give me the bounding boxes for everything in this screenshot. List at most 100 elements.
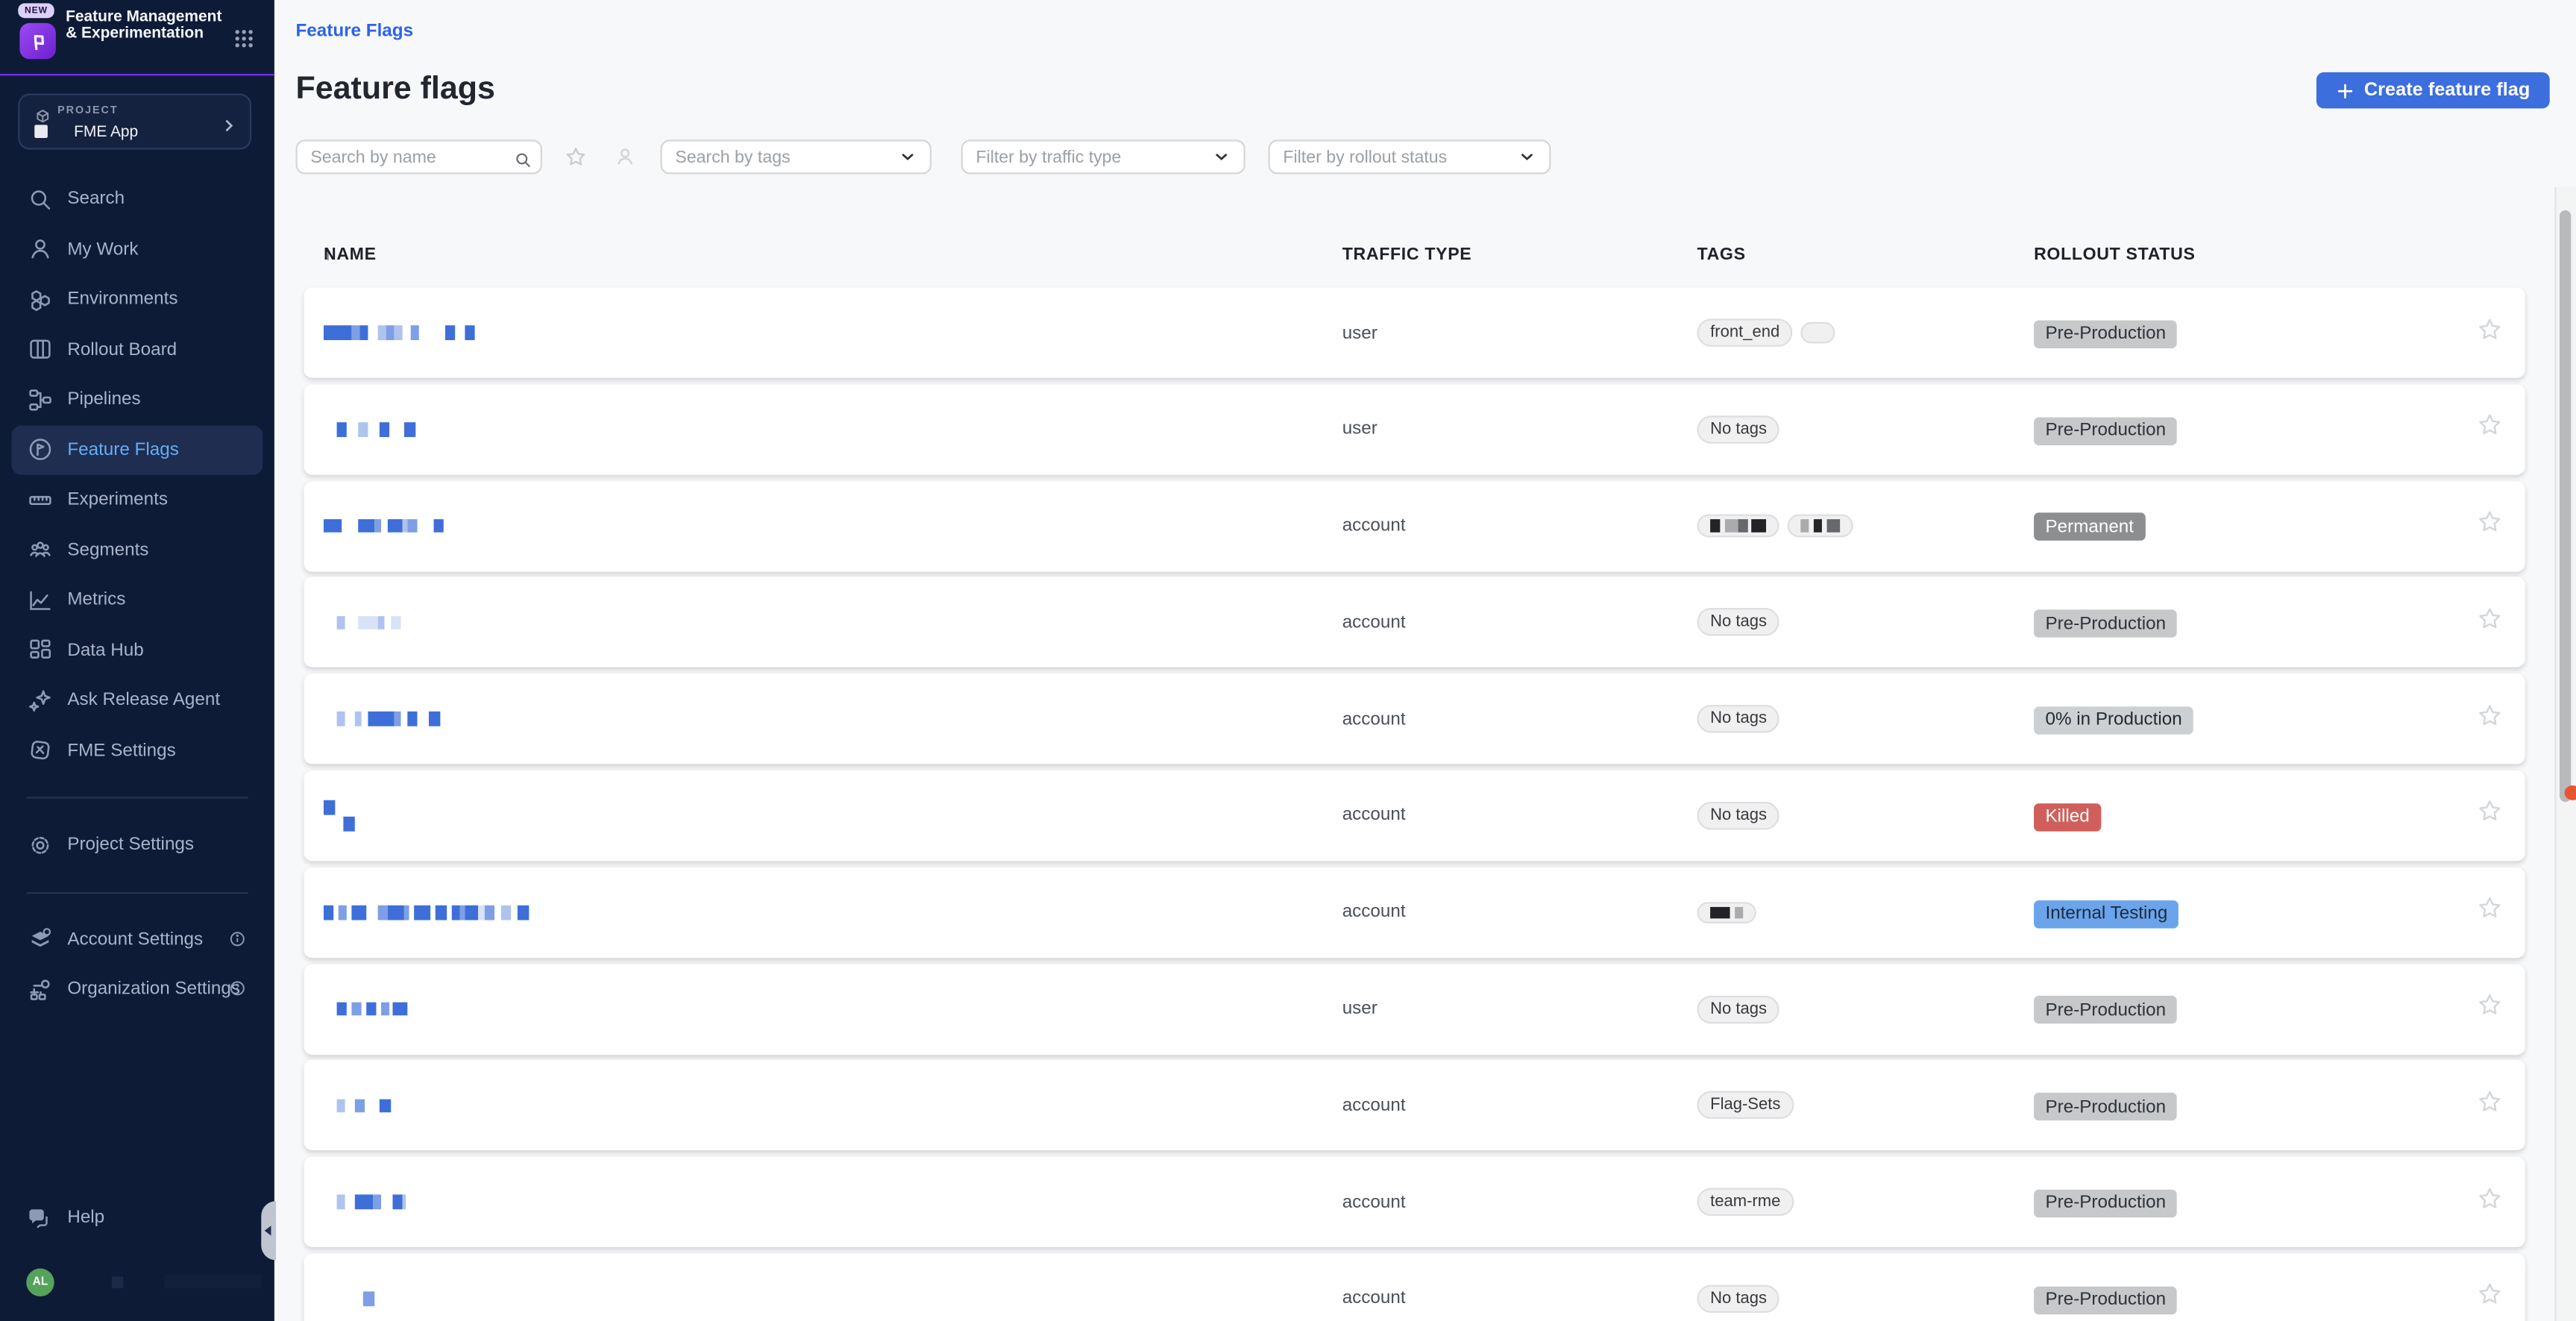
flag-name-redacted[interactable] — [324, 712, 1342, 727]
table-row[interactable]: accountteam-rmePre-Production — [304, 1157, 2525, 1247]
favorite-star[interactable] — [2478, 1186, 2502, 1219]
tag-chip[interactable]: No tags — [1697, 609, 1779, 636]
flag-name-redacted[interactable] — [324, 1195, 1342, 1209]
sidebar-item-project-settings[interactable]: Project Settings — [0, 820, 274, 870]
sidebar-item-experiments[interactable]: Experiments — [0, 475, 274, 525]
sidebar-item-feature-flags[interactable]: Feature Flags — [11, 424, 263, 474]
tag-chip-redacted[interactable] — [1788, 515, 1853, 537]
redacted-block — [355, 1099, 365, 1113]
owner-filter-icon[interactable] — [615, 146, 636, 176]
favorite-star[interactable] — [2478, 1282, 2502, 1315]
app-switcher-grid-icon[interactable] — [233, 28, 255, 57]
redacted-block — [373, 1195, 381, 1209]
table-row[interactable]: accountNo tagsPre-Production — [304, 577, 2525, 668]
sidebar-item-segments[interactable]: Segments — [0, 525, 274, 575]
table-row[interactable]: accountPermanent — [304, 481, 2525, 571]
table-row[interactable]: userfront_endPre-Production — [304, 287, 2525, 377]
traffic-type-filter-select[interactable]: Filter by traffic type — [961, 139, 1245, 174]
tag-chip[interactable]: front_end — [1697, 319, 1792, 346]
sidebar-item-metrics[interactable]: Metrics — [0, 575, 274, 625]
sidebar-item-fme-settings[interactable]: FME Settings — [0, 726, 274, 776]
table-row[interactable]: accountNo tagsKilled — [304, 771, 2525, 861]
tag-chip-redacted[interactable] — [1697, 901, 1756, 923]
column-header-traffic-type[interactable]: TRAFFIC TYPE — [1342, 245, 1472, 264]
favorite-star[interactable] — [2478, 800, 2502, 832]
tag-chip[interactable]: No tags — [1697, 1285, 1779, 1313]
sidebar-item-environments[interactable]: Environments — [0, 274, 274, 324]
sidebar-item-pipelines[interactable]: Pipelines — [0, 374, 274, 424]
flag-name-redacted[interactable] — [324, 1099, 1342, 1113]
tag-chip[interactable]: No tags — [1697, 415, 1779, 443]
table-row[interactable]: accountNo tags0% in Production — [304, 674, 2525, 765]
flag-name-redacted[interactable] — [324, 326, 1342, 340]
redacted-block — [378, 615, 385, 630]
favorite-star[interactable] — [2478, 1089, 2502, 1122]
flag-name-redacted[interactable] — [324, 1292, 1342, 1306]
tag-chip[interactable]: No tags — [1697, 995, 1779, 1023]
table-row[interactable]: userNo tagsPre-Production — [304, 964, 2525, 1054]
favorite-star[interactable] — [2478, 316, 2502, 349]
table-row[interactable]: accountInternal Testing — [304, 867, 2525, 958]
svg-text:?: ? — [34, 1208, 40, 1220]
sidebar-item-account-settings[interactable]: Account Settings — [0, 914, 274, 964]
flag-name-redacted[interactable] — [324, 906, 1342, 920]
favorite-star[interactable] — [2478, 703, 2502, 735]
redacted-block — [411, 326, 419, 340]
sidebar-collapse-handle[interactable] — [261, 1201, 276, 1260]
scrollbar-thumb[interactable] — [2560, 210, 2570, 802]
favorite-star[interactable] — [2478, 896, 2502, 929]
starred-filter-icon[interactable] — [565, 146, 587, 176]
favorite-star[interactable] — [2478, 993, 2502, 1026]
redacted-block — [368, 712, 394, 727]
fme-settings-icon — [28, 738, 52, 763]
favorite-star[interactable] — [2478, 606, 2502, 639]
redacted-block — [1720, 520, 1725, 533]
tag-chip[interactable]: No tags — [1697, 802, 1779, 829]
flag-name-redacted[interactable] — [324, 422, 1342, 436]
favorite-star[interactable] — [2478, 413, 2502, 446]
tag-chip-empty[interactable] — [1801, 321, 1835, 344]
redacted-block — [429, 712, 440, 727]
rollout-status-filter-select[interactable]: Filter by rollout status — [1269, 139, 1551, 174]
traffic-type-cell: account — [1342, 612, 1697, 632]
table-row[interactable]: userNo tagsPre-Production — [304, 384, 2525, 474]
flag-name-redacted[interactable] — [324, 800, 1342, 831]
table-row[interactable]: accountFlag-SetsPre-Production — [304, 1061, 2525, 1151]
tag-chip-redacted[interactable] — [1697, 515, 1779, 537]
sidebar-item-organization-settings[interactable]: Organization Settings — [0, 964, 274, 1014]
feature-flags-icon — [28, 437, 52, 462]
sidebar-item-label: FME Settings — [67, 741, 175, 760]
breadcrumb[interactable]: Feature Flags — [296, 22, 414, 41]
info-icon[interactable] — [228, 929, 246, 953]
info-icon[interactable] — [228, 979, 246, 1002]
sidebar-header: NEW Feature Management & Experimentation — [0, 0, 274, 74]
column-header-rollout-status[interactable]: ROLLOUT STATUS — [2034, 245, 2196, 264]
search-by-tags-select[interactable]: Search by tags — [661, 139, 932, 174]
create-feature-flag-button[interactable]: Create feature flag — [2316, 72, 2550, 108]
sidebar-item-my-work[interactable]: My Work — [0, 225, 274, 274]
sidebar-item-search[interactable]: Search — [0, 174, 274, 224]
flag-name-redacted[interactable] — [324, 615, 1342, 630]
search-by-name-input[interactable] — [296, 139, 542, 174]
table-row[interactable]: accountNo tagsPre-Production — [304, 1254, 2525, 1321]
sidebar-item-data-hub[interactable]: Data Hub — [0, 625, 274, 675]
sidebar-item-ask-release-agent[interactable]: Ask Release Agent — [0, 675, 274, 725]
project-selector[interactable]: PROJECT FME App — [18, 92, 251, 148]
redacted-block — [407, 519, 417, 533]
user-avatar[interactable]: AL — [26, 1269, 54, 1296]
sidebar-item-label: My Work — [67, 239, 138, 259]
column-header-tags[interactable]: TAGS — [1697, 245, 1745, 264]
tag-chip[interactable]: team-rme — [1697, 1188, 1794, 1216]
tag-chip[interactable]: No tags — [1697, 705, 1779, 732]
favorite-star[interactable] — [2478, 509, 2502, 542]
redacted-block — [324, 817, 343, 831]
flag-name-redacted[interactable] — [324, 1002, 1342, 1016]
scrollbar-track[interactable] — [2554, 187, 2576, 1321]
tag-chip[interactable]: Flag-Sets — [1697, 1091, 1794, 1119]
sidebar-item-help[interactable]: ? Help — [0, 1193, 274, 1242]
flag-name-redacted[interactable] — [324, 519, 1342, 533]
sidebar-item-label: Segments — [67, 540, 148, 559]
sidebar-item-rollout-board[interactable]: Rollout Board — [0, 324, 274, 374]
rollout-status-cell: Killed — [2034, 800, 2445, 831]
rollout-status-cell: 0% in Production — [2034, 704, 2445, 735]
